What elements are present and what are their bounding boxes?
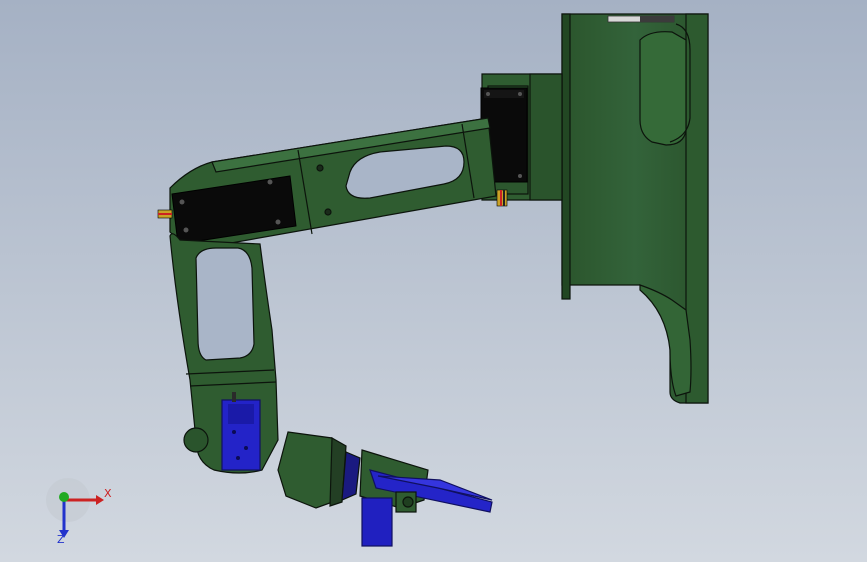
axis-z-label: Z [57,533,65,546]
viewport-background [0,0,867,562]
model-view[interactable]: X Z [0,0,867,562]
wrist-blue-servo[interactable] [221,392,261,471]
axis-x-label: X [104,487,112,500]
cad-graphics-viewport[interactable]: X Z [0,0,867,562]
